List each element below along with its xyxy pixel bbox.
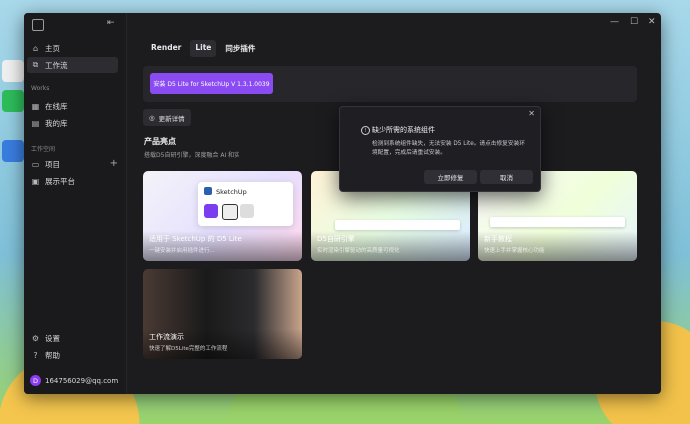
library-icon: ▦ [31, 101, 40, 111]
plugin-tool-icon [240, 204, 254, 218]
my-library-icon: ▤ [31, 118, 40, 128]
sidebar-item-label: 我的库 [45, 118, 68, 128]
install-panel: 安装 D5 Lite for SketchUp V 1.3.1.0039 [143, 66, 637, 102]
section-title: 产品亮点 [144, 137, 176, 146]
card-desc: 快速上手并掌握核心功能 [484, 248, 545, 254]
sidebar-item-label: 设置 [45, 333, 60, 343]
workspace-section-label: 工作空间 [31, 146, 56, 153]
app-window: ⇤ ⌂ 主页 ⧉ 工作流 Works ▦ 在线库 ▤ 我的库 工作空间 ▭ 项目… [24, 13, 661, 394]
sidebar-item-label: 帮助 [45, 350, 60, 360]
card-desc: 实时渲染引擎驱动的高质量可视化 [317, 248, 400, 254]
warning-icon: ! [361, 126, 370, 135]
tutorial-toolbar-illustration [490, 217, 625, 227]
user-account[interactable]: D 164756029@qq.com [30, 375, 118, 386]
card-desc: 一键安装并启用插件进行... [149, 248, 215, 254]
section-subtitle: 搭载D5自研引擎，深度融合 AI 和实 [144, 152, 239, 159]
help-icon: ? [33, 350, 38, 360]
chat-bubble-icon: ◎ [149, 113, 155, 122]
card-title: 适用于 SketchUp 的 D5 Lite [149, 235, 242, 243]
dialog-title: 缺少所需的系统组件 [372, 126, 435, 134]
works-section-label: Works [31, 85, 50, 92]
sidebar-item-my-library[interactable]: ▤ 我的库 [27, 115, 118, 131]
sidebar: ⇤ ⌂ 主页 ⧉ 工作流 Works ▦ 在线库 ▤ 我的库 工作空间 ▭ 项目… [24, 13, 127, 394]
sidebar-item-label: 工作流 [45, 60, 68, 70]
user-email: 164756029@qq.com [45, 376, 119, 385]
card-desc: 快速了解D5Lite完整的工作流程 [149, 346, 228, 352]
install-button[interactable]: 安装 D5 Lite for SketchUp V 1.3.1.0039 [150, 73, 273, 94]
card-title: 工作流演示 [149, 333, 184, 341]
desktop-word-icon[interactable] [2, 140, 24, 162]
sidebar-item-online-library[interactable]: ▦ 在线库 [27, 98, 118, 114]
update-details-label: 更新详情 [158, 114, 185, 123]
tab-render[interactable]: Render [146, 40, 186, 57]
avatar: D [30, 375, 41, 386]
sidebar-item-label: 在线库 [45, 101, 68, 111]
cancel-button[interactable]: 取消 [480, 170, 533, 184]
settings-icon: ⚙ [31, 333, 40, 343]
collapse-sidebar-icon[interactable]: ⇤ [107, 18, 115, 28]
sidebar-item-projects[interactable]: ▭ 项目 [27, 156, 118, 172]
sidebar-item-label: 展示平台 [45, 176, 75, 186]
feature-card-workflow-demo[interactable]: 工作流演示 快速了解D5Lite完整的工作流程 [143, 269, 302, 359]
feature-card-sketchup[interactable]: SketchUp 适用于 SketchUp 的 D5 Lite 一键安装并启用插… [143, 171, 302, 261]
sidebar-item-label: 项目 [45, 159, 60, 169]
render-toolbar-illustration [335, 220, 460, 230]
card-title: D5自研引擎 [317, 235, 355, 243]
d5-plugin-icon [204, 204, 218, 218]
desktop-app-icon[interactable] [2, 60, 24, 82]
fix-now-button[interactable]: 立即修复 [424, 170, 477, 184]
card-title: 新手教程 [484, 235, 512, 243]
sidebar-item-label: 主页 [45, 43, 60, 53]
tab-bar: Render Lite 同步插件 [146, 40, 260, 57]
sidebar-item-home[interactable]: ⌂ 主页 [27, 40, 118, 56]
d5-lite-icon [222, 204, 238, 220]
sketchup-popup-title: SketchUp [216, 188, 247, 196]
sketchup-logo-icon [204, 187, 212, 195]
tab-sync-plugin[interactable]: 同步插件 [220, 40, 260, 57]
dialog-message: 检测到系统组件缺失，无法安装 D5 Lite。请点击修复安装环境配置，完成后请重… [372, 141, 525, 156]
folder-icon: ▭ [31, 159, 40, 169]
dialog-close-icon[interactable]: ✕ [528, 109, 535, 118]
d5-logo-icon [32, 19, 44, 31]
workflow-icon: ⧉ [32, 60, 39, 69]
home-icon: ⌂ [32, 43, 39, 53]
sidebar-item-showcase[interactable]: ▣ 展示平台 [27, 173, 118, 189]
main-content: Render Lite 同步插件 安装 D5 Lite for SketchUp… [126, 13, 661, 394]
desktop-wechat-icon[interactable] [2, 90, 24, 112]
tab-lite[interactable]: Lite [190, 40, 217, 57]
sketchup-popup-illustration: SketchUp [198, 182, 293, 226]
update-details-button[interactable]: ◎ 更新详情 [143, 109, 191, 126]
missing-component-dialog: ✕ ! 缺少所需的系统组件 检测到系统组件缺失，无法安装 D5 Lite。请点击… [339, 106, 541, 192]
sidebar-item-help[interactable]: ? 帮助 [27, 347, 118, 363]
showcase-icon: ▣ [31, 176, 40, 186]
add-project-icon[interactable]: + [110, 158, 118, 169]
sidebar-item-settings[interactable]: ⚙ 设置 [27, 330, 118, 346]
sidebar-item-workflow[interactable]: ⧉ 工作流 [27, 57, 118, 73]
